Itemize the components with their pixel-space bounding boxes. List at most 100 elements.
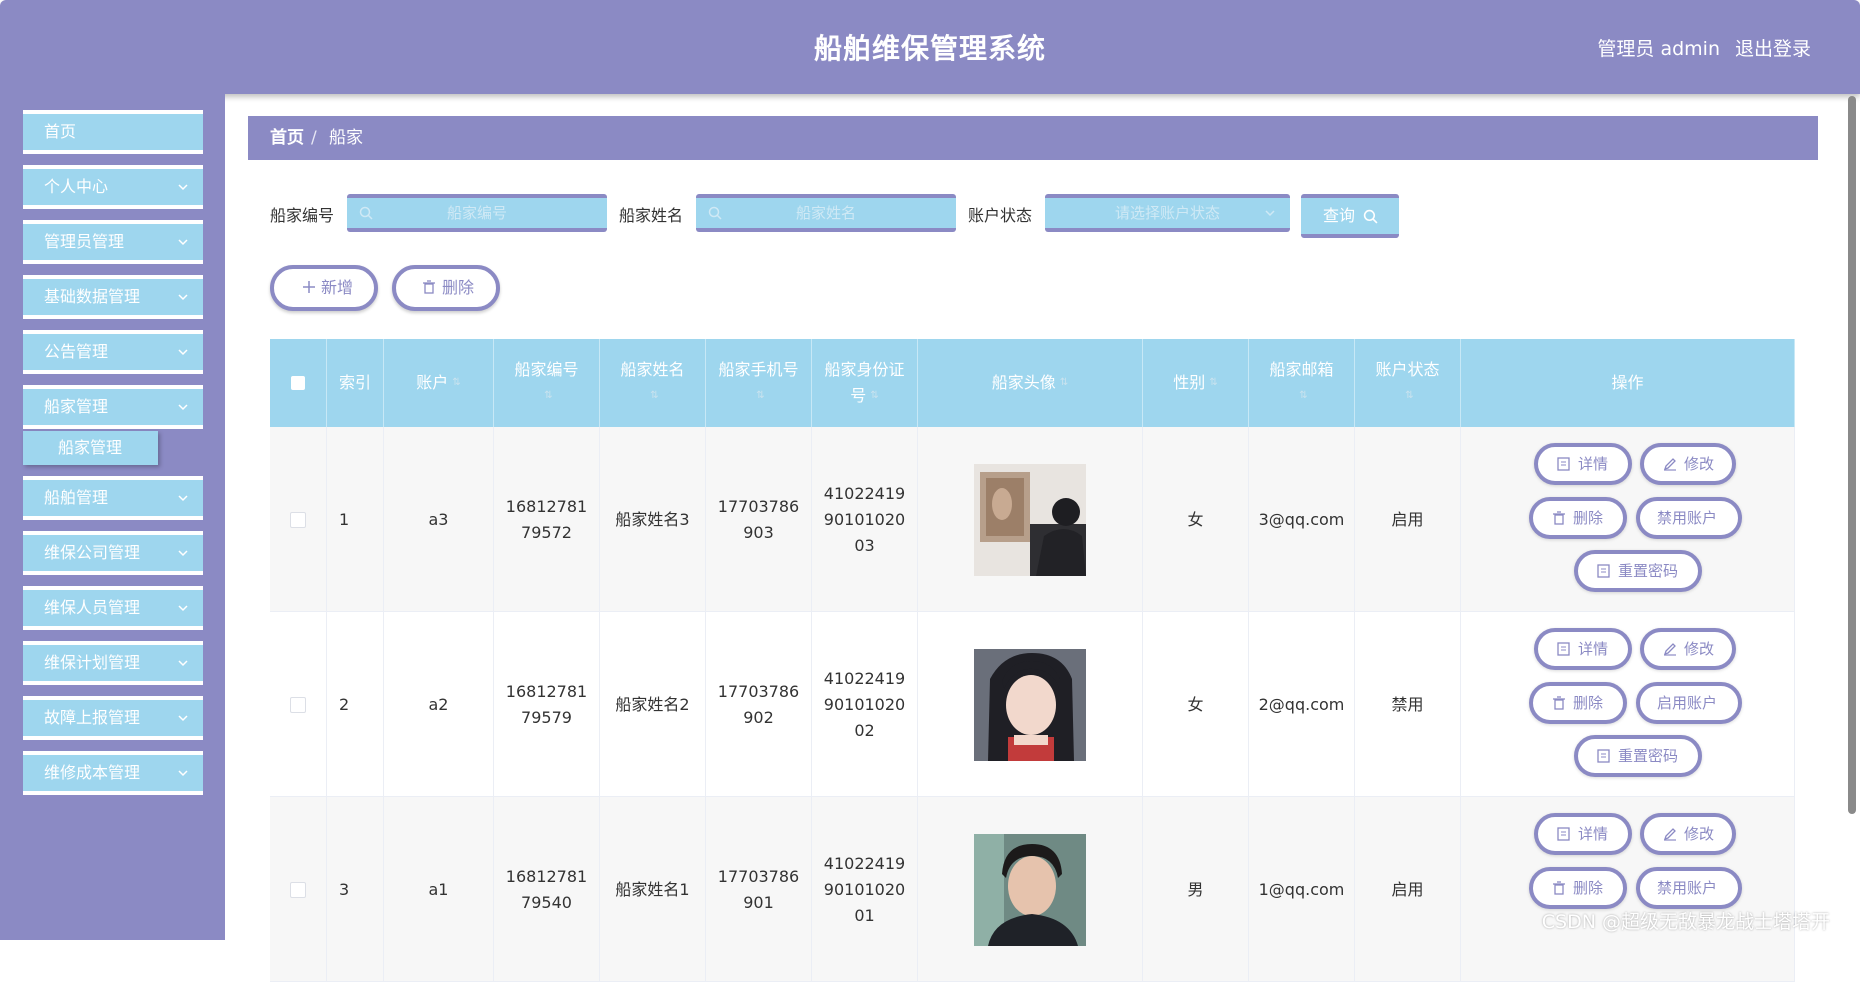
sidebar: 首页 个人中心 管理员管理 基础数据管理 公告管理 船家管理 船家管理 船舶管理… bbox=[0, 94, 225, 940]
batch-delete-button[interactable]: 删除 bbox=[392, 265, 500, 311]
sidebar-item-basic-data[interactable]: 基础数据管理 bbox=[23, 275, 203, 319]
vertical-scrollbar[interactable] bbox=[1848, 96, 1856, 814]
cell-name: 船家姓名1 bbox=[600, 797, 706, 982]
avatar[interactable] bbox=[974, 463, 1086, 576]
search-placeholder: 船家编号 bbox=[446, 204, 507, 222]
header-cell[interactable]: 船家头像 ⇅ bbox=[918, 339, 1143, 427]
sort-icon[interactable]: ⇅ bbox=[1060, 370, 1068, 396]
query-button-label: 查询 bbox=[1323, 206, 1356, 225]
row-select[interactable] bbox=[270, 797, 327, 982]
cell-phone: 17703786 903 bbox=[706, 427, 812, 612]
sort-icon[interactable]: ⇅ bbox=[1405, 383, 1413, 409]
cell-email: 2@qq.com bbox=[1249, 612, 1355, 797]
header-cell[interactable]: 船家编号 ⇅ bbox=[494, 339, 600, 427]
sidebar-item-label: 基础数据管理 bbox=[44, 287, 141, 306]
header-cell[interactable]: 账户状态 ⇅ bbox=[1355, 339, 1461, 427]
header-cell[interactable]: 账户 ⇅ bbox=[384, 339, 494, 427]
cell-code: 16812781 79572 bbox=[494, 427, 600, 612]
sidebar-item-notice[interactable]: 公告管理 bbox=[23, 330, 203, 374]
toggle-account-button[interactable]: 禁用账户 bbox=[1636, 497, 1742, 539]
sidebar-item-fault-report[interactable]: 故障上报管理 bbox=[23, 696, 203, 740]
status-select[interactable]: 请选择账户状态 bbox=[1045, 194, 1290, 232]
cell-name: 船家姓名3 bbox=[600, 427, 706, 612]
table-row: 1 a3 16812781 79572 船家姓名3 17703786 903 410… bbox=[270, 427, 1795, 612]
query-button[interactable]: 查询 bbox=[1301, 194, 1399, 238]
edit-button[interactable]: 修改 bbox=[1640, 628, 1736, 670]
sidebar-item-personal-center[interactable]: 个人中心 bbox=[23, 165, 203, 209]
reset-password-button[interactable]: 重置密码 bbox=[1574, 550, 1702, 592]
toggle-account-button[interactable]: 启用账户 bbox=[1636, 682, 1742, 724]
edit-button[interactable]: 修改 bbox=[1640, 443, 1736, 485]
chevron-down-icon bbox=[178, 294, 188, 301]
sort-icon[interactable]: ⇅ bbox=[1299, 383, 1307, 409]
sidebar-item-boatowner[interactable]: 船家管理 bbox=[23, 385, 203, 429]
avatar[interactable] bbox=[974, 648, 1086, 761]
cell-index: 2 bbox=[327, 612, 384, 797]
header-cell[interactable]: 船家邮箱 ⇅ bbox=[1249, 339, 1355, 427]
sort-icon[interactable]: ⇅ bbox=[650, 383, 658, 409]
sidebar-item-ship[interactable]: 船舶管理 bbox=[23, 476, 203, 520]
search-input-code[interactable]: 船家编号 bbox=[347, 194, 607, 232]
add-button[interactable]: 新增 bbox=[270, 265, 378, 311]
sort-icon[interactable]: ⇅ bbox=[870, 383, 878, 409]
cell-email: 1@qq.com bbox=[1249, 797, 1355, 982]
detail-button[interactable]: 详情 bbox=[1534, 628, 1632, 670]
cell-name: 船家姓名2 bbox=[600, 612, 706, 797]
delete-button[interactable]: 删除 bbox=[1529, 867, 1627, 909]
chevron-down-icon bbox=[178, 715, 188, 722]
checkbox[interactable] bbox=[290, 511, 306, 528]
cell-id-card: 41022419 90101020 02 bbox=[812, 612, 918, 797]
search-label-name: 船家姓名 bbox=[619, 206, 684, 225]
cell-code: 16812781 79540 bbox=[494, 797, 600, 982]
sidebar-item-label: 船家管理 bbox=[44, 397, 109, 416]
header-cell[interactable]: 船家身份证号 ⇅ bbox=[812, 339, 918, 427]
edit-button[interactable]: 修改 bbox=[1640, 813, 1736, 855]
sidebar-item-label: 维保人员管理 bbox=[44, 598, 141, 617]
sidebar-item-admin-management[interactable]: 管理员管理 bbox=[23, 220, 203, 264]
sort-icon[interactable]: ⇅ bbox=[452, 370, 460, 396]
row-select[interactable] bbox=[270, 612, 327, 797]
header-select-all[interactable] bbox=[270, 339, 327, 427]
row-select[interactable] bbox=[270, 427, 327, 612]
sidebar-item-home[interactable]: 首页 bbox=[23, 110, 203, 154]
sidebar-item-label: 维保公司管理 bbox=[44, 543, 141, 562]
header-cell[interactable]: 船家姓名 ⇅ bbox=[600, 339, 706, 427]
detail-button[interactable]: 详情 bbox=[1534, 813, 1632, 855]
cell-actions: 详情 修改 删除 启用账户 重置密码 bbox=[1461, 612, 1795, 797]
admin-label: 管理员 admin bbox=[1597, 38, 1720, 60]
sidebar-item-maintenance-staff[interactable]: 维保人员管理 bbox=[23, 586, 203, 630]
checkbox[interactable] bbox=[290, 696, 306, 713]
delete-button[interactable]: 删除 bbox=[1529, 497, 1627, 539]
breadcrumb-home[interactable]: 首页 bbox=[270, 116, 304, 160]
search-label-status: 账户状态 bbox=[968, 206, 1033, 225]
sidebar-item-maintenance-plan[interactable]: 维保计划管理 bbox=[23, 641, 203, 685]
avatar[interactable] bbox=[974, 833, 1086, 946]
app-title: 船舶维保管理系统 bbox=[813, 32, 1046, 65]
header-cell[interactable]: 船家手机号 ⇅ bbox=[706, 339, 812, 427]
select-placeholder: 请选择账户状态 bbox=[1114, 204, 1220, 222]
sidebar-item-label: 维保计划管理 bbox=[44, 653, 141, 672]
sidebar-item-repair-cost[interactable]: 维修成本管理 bbox=[23, 751, 203, 795]
cell-phone: 17703786 901 bbox=[706, 797, 812, 982]
search-input-name[interactable]: 船家姓名 bbox=[696, 194, 956, 232]
document-icon bbox=[1557, 827, 1570, 841]
checkbox[interactable] bbox=[290, 881, 306, 898]
chevron-down-icon bbox=[178, 239, 188, 246]
toggle-account-button[interactable]: 禁用账户 bbox=[1636, 867, 1742, 909]
detail-button[interactable]: 详情 bbox=[1534, 443, 1632, 485]
header-cell[interactable]: 性别 ⇅ bbox=[1143, 339, 1249, 427]
trash-icon bbox=[1553, 881, 1565, 895]
delete-button[interactable]: 删除 bbox=[1529, 682, 1627, 724]
reset-password-button[interactable]: 重置密码 bbox=[1574, 735, 1702, 777]
submenu-item-boatowner[interactable]: 船家管理 bbox=[23, 431, 158, 465]
checkbox[interactable] bbox=[291, 376, 305, 390]
sort-icon[interactable]: ⇅ bbox=[544, 383, 552, 409]
sort-icon[interactable]: ⇅ bbox=[1209, 370, 1217, 396]
sidebar-item-maintenance-company[interactable]: 维保公司管理 bbox=[23, 531, 203, 575]
trash-icon bbox=[1553, 511, 1565, 525]
sort-icon[interactable]: ⇅ bbox=[756, 383, 764, 409]
chevron-down-icon bbox=[178, 770, 188, 777]
cell-account: a2 bbox=[384, 612, 494, 797]
sidebar-item-label: 故障上报管理 bbox=[44, 708, 141, 727]
logout-link[interactable]: 退出登录 bbox=[1735, 0, 1811, 98]
